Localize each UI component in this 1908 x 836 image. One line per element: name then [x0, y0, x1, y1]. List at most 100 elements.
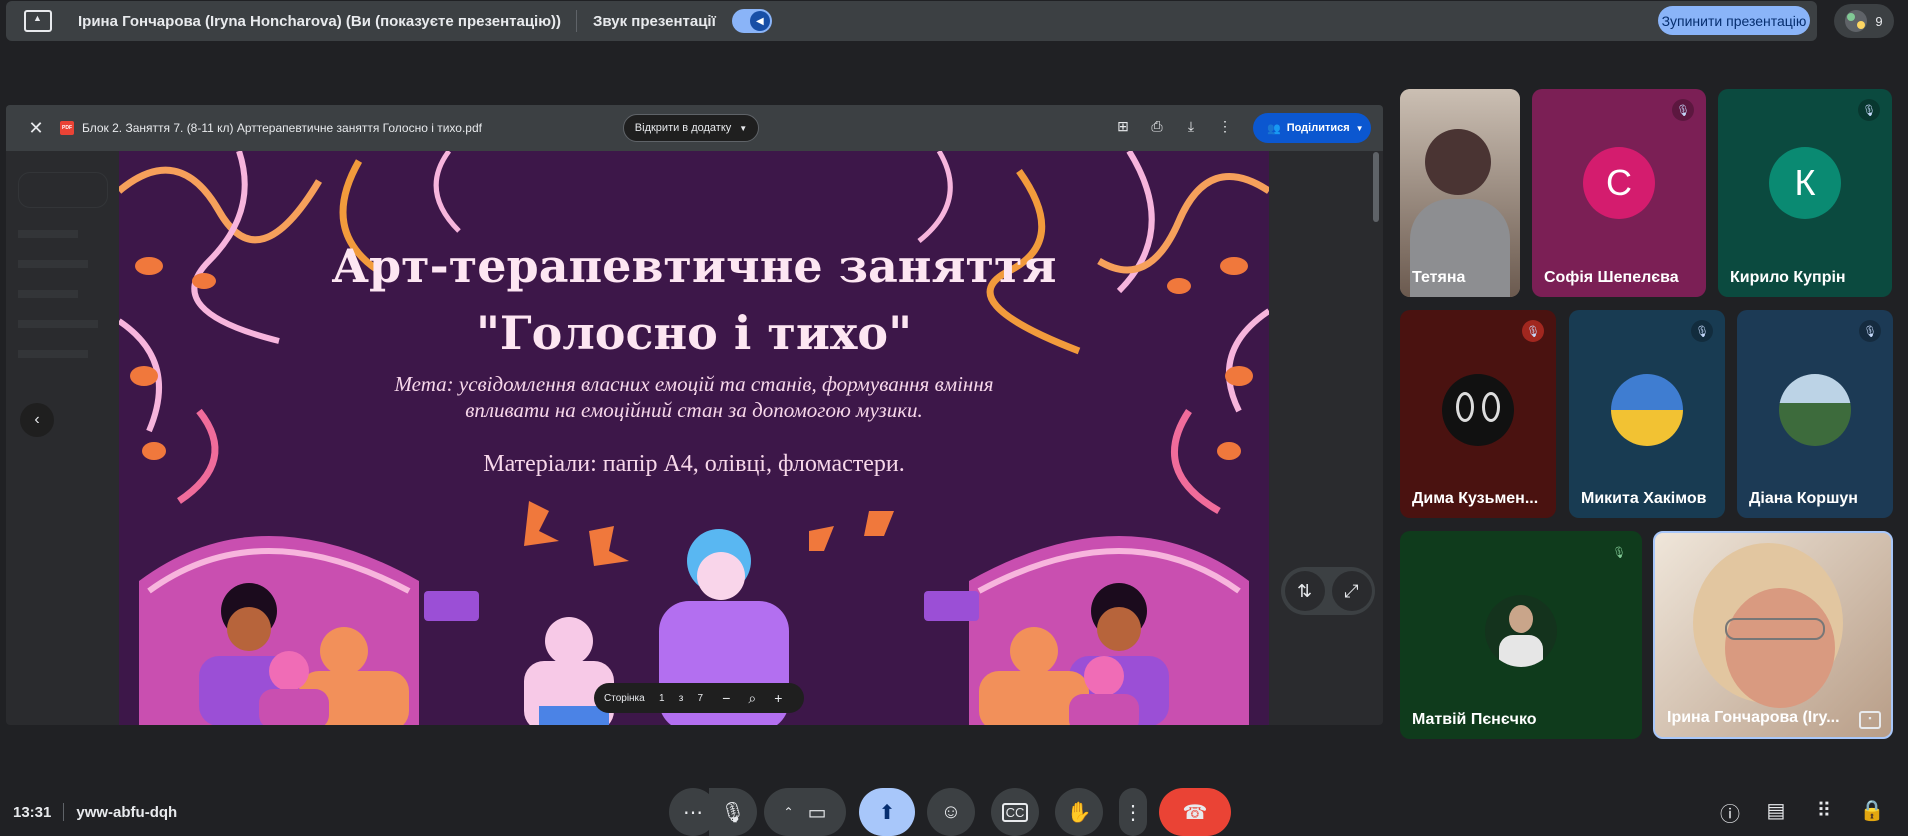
page-label: Сторінка [604, 692, 645, 704]
slide-title-line2: "Голосно і тихо" [475, 306, 913, 360]
participant-tile[interactable]: 🎙 С Софія Шепелєва [1532, 89, 1706, 297]
divider [576, 10, 578, 32]
participant-avatar: С [1583, 146, 1655, 219]
mic-off-icon: 🎙 [1858, 99, 1880, 121]
presentation-audio-toggle[interactable]: ◀ [731, 9, 772, 33]
close-icon[interactable]: ✕ [24, 118, 48, 139]
hand-icon: ✋ [1066, 801, 1092, 824]
slide-title: Арт-терапевтичне заняття "Голосно і тихо… [119, 233, 1269, 367]
add-comment-icon[interactable]: ⊞ [1113, 118, 1133, 138]
camera-button[interactable]: ⌃ ▭ [764, 788, 846, 836]
stop-presenting-button[interactable]: Зупинити презентацію [1658, 6, 1810, 35]
open-with-app-button[interactable]: Відкрити в додатку ▼ [623, 114, 759, 142]
raise-hand-button[interactable]: ✋ [1055, 788, 1103, 836]
participant-tile[interactable]: 🎙 Діана Коршун [1737, 310, 1893, 518]
presentation-layout-controls: ⇅ ⤢ [1281, 567, 1375, 615]
participant-name: Микита Хакімов [1581, 490, 1707, 507]
more-vert-icon[interactable]: ⋮ [1215, 118, 1235, 138]
chevron-down-icon: ▼ [739, 123, 748, 133]
participant-name: Діана Коршун [1749, 490, 1858, 507]
slide-goal-line2: впливати на емоційний стан за допомогою … [465, 398, 923, 422]
participant-tile[interactable]: 🎙 К Кирило Купрін [1718, 89, 1892, 297]
meeting-info: 13:31 yww-abfu-dqh [13, 803, 177, 821]
participant-tile[interactable]: 🎙 Матвій Пєнєчко [1400, 531, 1642, 739]
picture-in-picture-icon[interactable]: ▪ [1859, 711, 1881, 729]
pdf-icon: PDF [60, 121, 74, 135]
zoom-out-icon[interactable]: − [717, 690, 735, 706]
closed-captions-icon: CC [1001, 802, 1029, 822]
microphone-button[interactable]: 🎙 [709, 788, 757, 836]
chat-icon[interactable]: ▤ [1762, 798, 1790, 826]
participant-avatar: К [1769, 146, 1841, 219]
host-controls-lock-icon[interactable]: 🔒 [1858, 798, 1886, 826]
present-screen-icon [24, 10, 52, 32]
participant-name: Матвій Пєнєчко [1412, 711, 1537, 728]
apps-grid-icon[interactable]: ⠿ [1810, 798, 1838, 826]
speaker-icon: ◀ [749, 11, 770, 31]
download-icon[interactable]: ⤓ [1181, 118, 1201, 138]
clock-time: 13:31 [13, 803, 52, 821]
participant-avatar [1779, 373, 1851, 446]
mic-off-icon: 🎙 [1522, 320, 1544, 342]
slide-goal-line1: Мета: усвідомлення власних емоцій та ста… [394, 372, 994, 396]
participant-name: Кирило Купрін [1730, 269, 1846, 286]
document-filename: Блок 2. Заняття 7. (8-11 кл) Арттерапевт… [82, 121, 482, 135]
person-face [1725, 588, 1835, 708]
open-with-label: Відкрити в додатку [634, 122, 732, 134]
pdf-slide: Арт-терапевтичне заняття "Голосно і тихо… [119, 151, 1269, 725]
reactions-button[interactable]: ☺ [927, 788, 975, 836]
more-horiz-icon: ⋯ [683, 801, 703, 824]
participant-tile[interactable]: 🎙 Микита Хакімов [1569, 310, 1725, 518]
leave-call-button[interactable]: ☎ [1159, 788, 1231, 836]
emoji-icon: ☺ [940, 800, 962, 823]
page-current-input[interactable]: 1 [653, 693, 671, 704]
person-head [1425, 129, 1491, 195]
call-end-icon: ☎ [1182, 801, 1208, 824]
mic-off-icon: 🎙 [1672, 99, 1694, 121]
slide-title-line1: Арт-терапевтичне заняття [331, 239, 1057, 293]
divider [63, 803, 65, 821]
participant-name: Софія Шепелєва [1544, 269, 1679, 286]
swap-icon[interactable]: ⇅ [1284, 571, 1325, 611]
participant-tile[interactable]: 🎙 Дима Кузьмен... [1400, 310, 1556, 518]
participant-name: Дима Кузьмен... [1412, 490, 1539, 507]
page-navigator: Сторінка 1 з 7 − ⌕ + [594, 683, 804, 713]
participant-avatar [1442, 373, 1514, 446]
print-icon[interactable]: ⎙ [1147, 118, 1167, 138]
participants-button[interactable]: 9 [1834, 4, 1894, 38]
page-total: 7 [697, 692, 704, 704]
presentation-audio-label: Звук презентації [593, 12, 716, 30]
zoom-in-icon[interactable]: + [769, 690, 787, 706]
participant-tile[interactable]: Тетяна [1400, 89, 1520, 297]
previous-arrow-icon[interactable]: ‹ [20, 403, 54, 437]
participant-name: Тетяна [1412, 269, 1466, 286]
participant-tile-self[interactable]: Ірина Гончарова (Іry... ▪ [1653, 531, 1893, 739]
participant-avatar [1611, 373, 1683, 446]
share-button[interactable]: 👥 Поділитися ▼ [1253, 113, 1371, 143]
scrollbar[interactable] [1373, 152, 1379, 222]
present-screen-icon: ⬆ [878, 801, 896, 824]
mic-off-icon: 🎙 [1691, 320, 1713, 342]
info-icon[interactable]: ⓘ [1716, 798, 1744, 826]
expand-icon[interactable]: ⤢ [1331, 571, 1372, 611]
captions-button[interactable]: CC [991, 788, 1039, 836]
participant-avatar [1485, 594, 1557, 667]
zoom-icon[interactable]: ⌕ [743, 690, 761, 707]
chevron-down-icon[interactable]: ▼ [1356, 124, 1364, 133]
presentation-area: ✕ PDF Блок 2. Заняття 7. (8-11 кл) Артте… [6, 105, 1383, 725]
share-label: Поділитися [1286, 122, 1350, 134]
slide-materials: Матеріали: папір А4, олівці, фломастери. [483, 451, 905, 477]
mic-off-icon: 🎙 [1612, 546, 1626, 559]
mic-off-icon: 🎙 [1859, 320, 1881, 342]
participant-count: 9 [1875, 13, 1883, 29]
more-vert-icon: ⋮ [1123, 801, 1143, 824]
chevron-up-icon: ⌃ [783, 805, 794, 819]
participant-name: Ірина Гончарова (Іry... [1667, 709, 1840, 726]
meeting-code: yww-abfu-dqh [76, 803, 178, 821]
more-options-button[interactable]: ⋮ [1119, 788, 1147, 836]
present-now-button[interactable]: ⬆ [859, 788, 915, 836]
people-icon: 👥 [1267, 122, 1281, 135]
presenter-status-text: Ірина Гончарова (Iryna Honcharova) (Ви (… [78, 12, 562, 30]
mic-icon: 🎙 [720, 801, 746, 824]
video-camera-icon: ▭ [807, 801, 827, 824]
